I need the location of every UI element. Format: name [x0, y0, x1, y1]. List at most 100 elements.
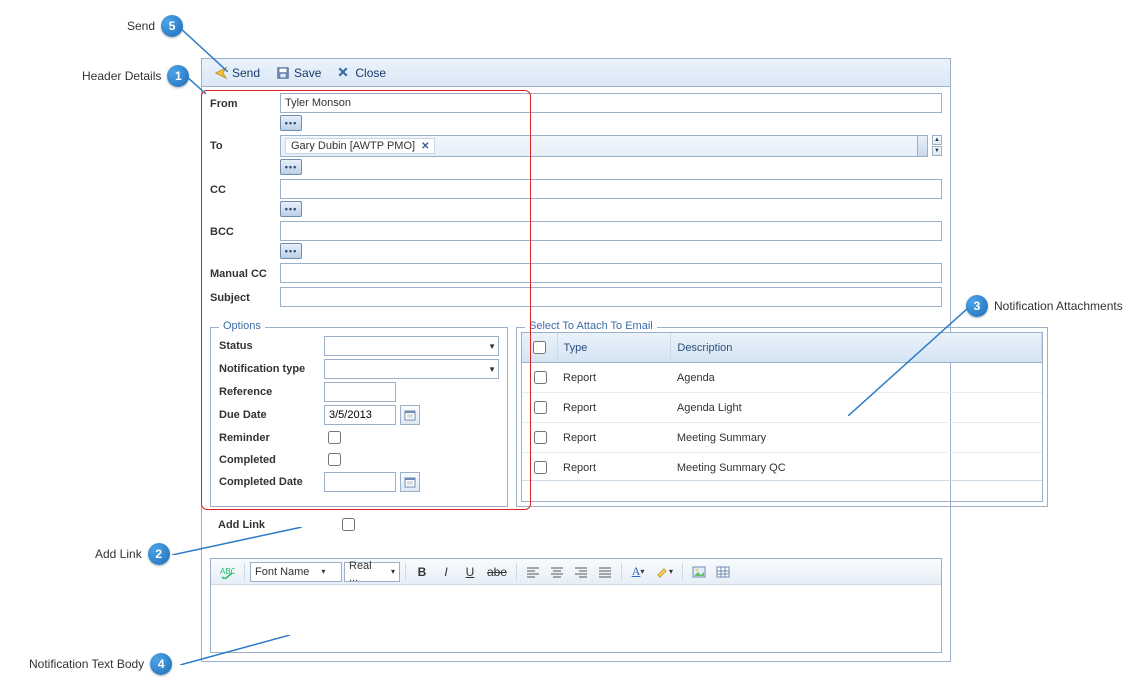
addlink-label: Add Link	[218, 519, 308, 531]
row-checkbox[interactable]	[534, 371, 547, 384]
fontname-text: Font Name	[255, 566, 309, 578]
row-type: Report	[557, 363, 671, 393]
save-button[interactable]: Save	[270, 64, 327, 82]
bold-button[interactable]: B	[411, 562, 433, 582]
align-center-button[interactable]	[546, 562, 568, 582]
bcc-label: BCC	[210, 221, 280, 238]
callout-1-label: Header Details	[82, 69, 161, 83]
callout-3: Notification Attachments 3	[966, 295, 1123, 317]
completeddate-calendar-button[interactable]	[400, 472, 420, 492]
editor-panel: ABC Font Name▾ Real ...▾ B I U abe A ▾ ▾	[210, 558, 942, 653]
chevron-down-icon: ▼	[488, 365, 496, 374]
ellipsis-icon: •••	[285, 163, 297, 172]
align-justify-button[interactable]	[594, 562, 616, 582]
strike-button[interactable]: abe	[483, 562, 511, 582]
notiftype-label: Notification type	[219, 363, 324, 375]
highlight-button[interactable]: ▾	[651, 562, 677, 582]
row-checkbox[interactable]	[534, 461, 547, 474]
insert-table-button[interactable]	[712, 562, 734, 582]
close-button[interactable]: Close	[331, 64, 392, 82]
italic-button[interactable]: I	[435, 562, 457, 582]
callout-2-badge: 2	[148, 543, 170, 565]
table-row[interactable]: ReportMeeting Summary QC	[522, 453, 1042, 481]
completed-checkbox[interactable]	[328, 453, 341, 466]
fontsize-text: Real ...	[349, 560, 379, 584]
reference-label: Reference	[219, 386, 324, 398]
subject-input[interactable]	[280, 287, 942, 307]
table-row[interactable]: ReportAgenda	[522, 363, 1042, 393]
table-icon	[716, 566, 730, 578]
manualcc-label: Manual CC	[210, 263, 280, 280]
ellipsis-icon: •••	[285, 205, 297, 214]
table-row[interactable]: ReportMeeting Summary	[522, 423, 1042, 453]
callout-4-badge: 4	[150, 653, 172, 675]
attachments-scroll[interactable]: Type Description ReportAgendaReportAgend…	[522, 333, 1042, 480]
highlight-icon	[655, 565, 669, 579]
addlink-checkbox[interactable]	[342, 518, 355, 531]
bcc-input[interactable]	[280, 221, 942, 241]
row-checkbox[interactable]	[534, 431, 547, 444]
header-fields: From Tyler Monson ••• To Gary Dubin [AWT…	[202, 87, 950, 321]
status-combo[interactable]: ▼	[324, 336, 499, 356]
notiftype-combo[interactable]: ▼	[324, 359, 499, 379]
duedate-label: Due Date	[219, 409, 324, 421]
callout-5: Send 5	[127, 15, 183, 37]
duedate-input[interactable]	[324, 405, 396, 425]
svg-text:ABC: ABC	[220, 567, 235, 576]
attachments-hscroll[interactable]	[522, 480, 1042, 498]
from-picker-button[interactable]: •••	[280, 115, 302, 131]
to-input[interactable]: Gary Dubin [AWTP PMO] ✕	[280, 135, 928, 157]
fontname-combo[interactable]: Font Name▾	[250, 562, 342, 582]
to-scroll-up[interactable]: ▲	[932, 135, 942, 145]
remove-recipient-icon[interactable]: ✕	[421, 141, 429, 152]
options-legend: Options	[219, 320, 265, 332]
duedate-calendar-button[interactable]	[400, 405, 420, 425]
col-type[interactable]: Type	[557, 333, 671, 363]
cc-label: CC	[210, 179, 280, 196]
attachments-grid: Type Description ReportAgendaReportAgend…	[521, 332, 1043, 502]
to-picker-button[interactable]: •••	[280, 159, 302, 175]
row-type: Report	[557, 423, 671, 453]
select-all-checkbox[interactable]	[533, 341, 546, 354]
callout-2: Add Link 2	[95, 543, 170, 565]
editor-toolbar: ABC Font Name▾ Real ...▾ B I U abe A ▾ ▾	[211, 559, 941, 585]
fontcolor-button[interactable]: A ▾	[627, 562, 649, 582]
fontsize-combo[interactable]: Real ...▾	[344, 562, 400, 582]
insert-image-button[interactable]	[688, 562, 710, 582]
underline-button[interactable]: U	[459, 562, 481, 582]
completeddate-input[interactable]	[324, 472, 396, 492]
align-center-icon	[550, 566, 564, 578]
row-checkbox[interactable]	[534, 401, 547, 414]
reference-input[interactable]	[324, 382, 396, 402]
col-desc[interactable]: Description	[671, 333, 1042, 363]
ellipsis-icon: •••	[285, 119, 297, 128]
align-justify-icon	[598, 566, 612, 578]
editor-body[interactable]	[211, 585, 941, 652]
to-scrollbar[interactable]	[917, 136, 927, 156]
ellipsis-icon: •••	[285, 247, 297, 256]
from-input[interactable]: Tyler Monson	[280, 93, 942, 113]
attachments-legend: Select To Attach To Email	[525, 320, 657, 332]
reminder-checkbox[interactable]	[328, 431, 341, 444]
align-left-button[interactable]	[522, 562, 544, 582]
send-button[interactable]: Send	[208, 64, 266, 82]
recipient-name: Gary Dubin [AWTP PMO]	[291, 140, 415, 152]
callout-4: Notification Text Body 4	[29, 653, 172, 675]
to-label: To	[210, 135, 280, 152]
cc-input[interactable]	[280, 179, 942, 199]
reminder-label: Reminder	[219, 432, 324, 444]
close-label: Close	[355, 66, 386, 80]
from-value: Tyler Monson	[285, 97, 351, 109]
spellcheck-button[interactable]: ABC	[215, 562, 239, 582]
bcc-picker-button[interactable]: •••	[280, 243, 302, 259]
manualcc-input[interactable]	[280, 263, 942, 283]
table-row[interactable]: ReportAgenda Light	[522, 393, 1042, 423]
to-scroll-down[interactable]: ▼	[932, 146, 942, 156]
from-label: From	[210, 93, 280, 110]
cc-picker-button[interactable]: •••	[280, 201, 302, 217]
row-desc: Agenda Light	[671, 393, 1042, 423]
addlink-row: Add Link	[218, 515, 942, 534]
align-right-button[interactable]	[570, 562, 592, 582]
chevron-down-icon: ▾	[640, 567, 644, 576]
attachments-fieldset: Select To Attach To Email Type Descripti…	[516, 327, 1048, 507]
